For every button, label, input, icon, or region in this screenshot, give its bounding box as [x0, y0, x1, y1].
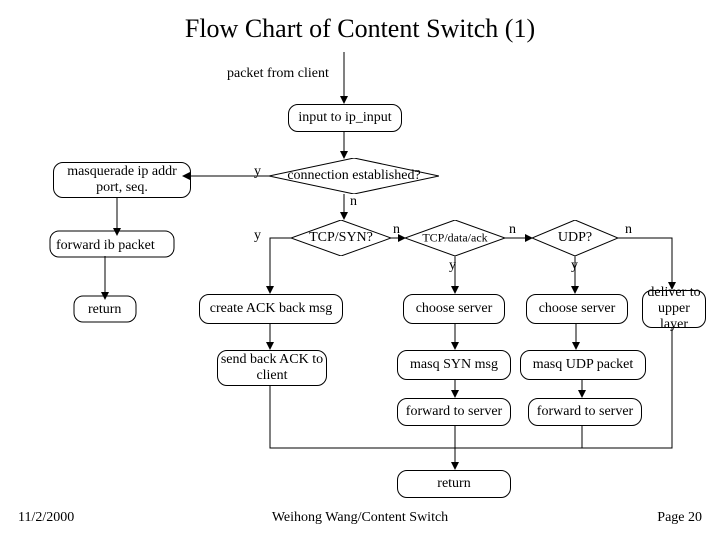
flow-arrows	[0, 0, 720, 540]
